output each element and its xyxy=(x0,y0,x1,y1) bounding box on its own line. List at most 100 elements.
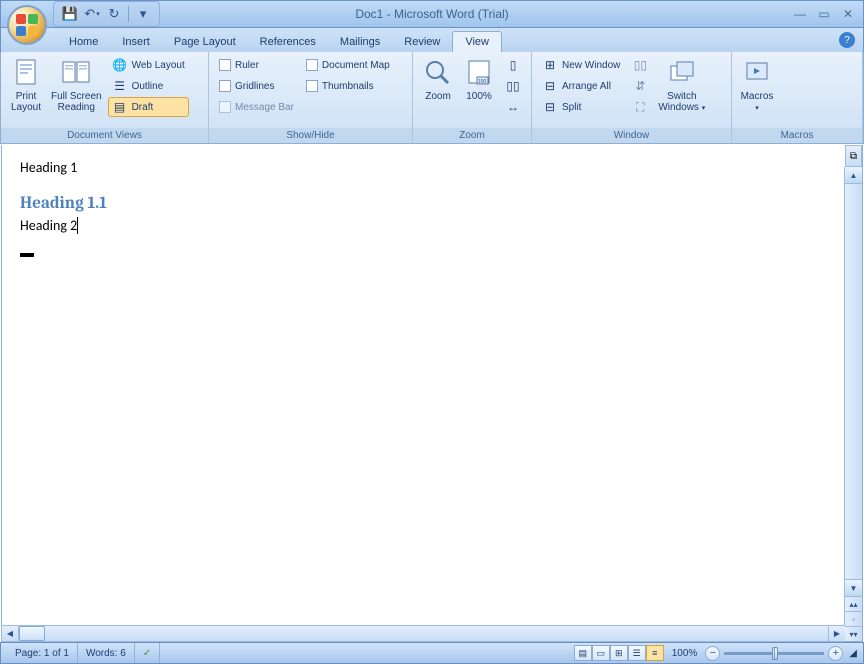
arrange-all-label: Arrange All xyxy=(562,81,611,92)
full-screen-label: Full Screen Reading xyxy=(51,91,102,113)
scroll-left-button[interactable]: ◀ xyxy=(2,626,19,641)
zoom-in-button[interactable]: + xyxy=(828,646,843,661)
print-layout-label: Print Layout xyxy=(11,91,41,113)
scroll-right-button[interactable]: ▶ xyxy=(828,626,845,641)
hscroll-track[interactable] xyxy=(19,626,828,641)
gridlines-checkbox[interactable]: Gridlines xyxy=(215,76,298,96)
vertical-scrollbar[interactable]: ▲ ▼ ▴▴ ◦ ▾▾ xyxy=(844,167,862,641)
thumbnails-label: Thumbnails xyxy=(322,81,374,92)
paragraph-mark xyxy=(20,253,34,257)
tab-view[interactable]: View xyxy=(452,31,502,52)
page-width-icon: ↔ xyxy=(505,99,521,115)
new-window-label: New Window xyxy=(562,60,620,71)
ruler-checkbox[interactable]: Ruler xyxy=(215,55,298,75)
tab-page-layout[interactable]: Page Layout xyxy=(162,32,248,52)
document-map-checkbox[interactable]: Document Map xyxy=(302,55,394,75)
view-print-layout-button[interactable]: ▤ xyxy=(574,645,592,661)
zoom-100-label: 100% xyxy=(466,91,492,102)
view-draft-button[interactable]: ≡ xyxy=(646,645,664,661)
web-layout-button[interactable]: 🌐 Web Layout xyxy=(108,55,189,75)
group-macros: Macros▾ Macros xyxy=(732,52,863,143)
switch-windows-icon xyxy=(666,57,698,89)
draft-button[interactable]: ▤ Draft xyxy=(108,97,189,117)
split-button[interactable]: ⊟Split xyxy=(538,97,624,117)
minimize-button[interactable]: — xyxy=(791,6,809,22)
checkbox-icon xyxy=(306,59,318,71)
zoom-label: Zoom xyxy=(425,91,451,102)
two-pages-icon: ▯▯ xyxy=(505,78,521,94)
status-proofing[interactable]: ✓ xyxy=(135,643,160,663)
message-bar-checkbox[interactable]: Message Bar xyxy=(215,97,298,117)
ruler-toggle[interactable]: ⧉ xyxy=(845,145,862,167)
tab-mailings[interactable]: Mailings xyxy=(328,32,392,52)
gridlines-label: Gridlines xyxy=(235,81,274,92)
new-window-button[interactable]: ⊞New Window xyxy=(538,55,624,75)
proofing-icon: ✓ xyxy=(143,648,151,659)
resize-grip[interactable]: ◢ xyxy=(849,648,857,659)
save-button[interactable]: 💾 xyxy=(60,4,80,24)
scroll-up-button[interactable]: ▲ xyxy=(845,167,862,184)
redo-icon: ↻ xyxy=(109,6,120,22)
outline-icon: ☰ xyxy=(112,78,128,94)
reset-window-position-button[interactable]: ⛶ xyxy=(628,97,652,117)
previous-page-button[interactable]: ▴▴ xyxy=(845,596,862,611)
magnifier-icon xyxy=(422,57,454,89)
zoom-button[interactable]: Zoom xyxy=(417,55,459,125)
draft-icon: ▤ xyxy=(112,99,128,115)
zoom-track[interactable] xyxy=(724,652,824,655)
print-layout-button[interactable]: Print Layout xyxy=(5,55,47,125)
outline-button[interactable]: ☰Outline xyxy=(108,76,189,96)
zoom-thumb[interactable] xyxy=(772,647,778,660)
undo-button[interactable]: ↶▾ xyxy=(82,4,102,24)
full-screen-reading-button[interactable]: Full Screen Reading xyxy=(47,55,106,125)
split-icon: ⊟ xyxy=(542,99,558,115)
draft-label: Draft xyxy=(132,102,154,113)
web-layout-label: Web Layout xyxy=(132,60,185,71)
horizontal-scrollbar[interactable]: ◀ ▶ xyxy=(1,625,845,642)
select-browse-object-button[interactable]: ◦ xyxy=(845,611,862,626)
web-layout-icon: 🌐 xyxy=(112,57,128,73)
status-page[interactable]: Page: 1 of 1 xyxy=(7,643,78,663)
tab-references[interactable]: References xyxy=(248,32,328,52)
one-page-icon: ▯ xyxy=(505,57,521,73)
zoom-level[interactable]: 100% xyxy=(672,648,698,659)
tab-review[interactable]: Review xyxy=(392,32,452,52)
zoom-100-button[interactable]: 100 100% xyxy=(459,55,499,125)
synchronous-scrolling-button[interactable]: ⇵ xyxy=(628,76,652,96)
view-full-screen-button[interactable]: ▭ xyxy=(592,645,610,661)
tab-home[interactable]: Home xyxy=(57,32,110,52)
close-button[interactable]: ✕ xyxy=(839,6,857,22)
sync-scroll-icon: ⇵ xyxy=(632,78,648,94)
one-page-button[interactable]: ▯ xyxy=(501,55,525,75)
group-zoom: Zoom 100 100% ▯ ▯▯ ↔ Zoom xyxy=(413,52,532,143)
thumbnails-checkbox[interactable]: Thumbnails xyxy=(302,76,394,96)
office-button[interactable] xyxy=(7,5,47,45)
customize-qat-button[interactable]: ▾ xyxy=(133,4,153,24)
switch-windows-button[interactable]: Switch Windows ▾ xyxy=(654,55,709,125)
status-words[interactable]: Words: 6 xyxy=(78,643,135,663)
doc-map-label: Document Map xyxy=(322,60,390,71)
side-by-side-icon: ▯▯ xyxy=(632,57,648,73)
message-bar-label: Message Bar xyxy=(235,102,294,113)
maximize-button[interactable]: ▭ xyxy=(815,6,833,22)
macros-label: Macros▾ xyxy=(741,91,774,114)
view-web-layout-button[interactable]: ⊞ xyxy=(610,645,628,661)
redo-button[interactable]: ↻ xyxy=(104,4,124,24)
scroll-down-button[interactable]: ▼ xyxy=(845,579,862,596)
zoom-out-button[interactable]: − xyxy=(705,646,720,661)
view-side-by-side-button[interactable]: ▯▯ xyxy=(628,55,652,75)
checkbox-icon xyxy=(219,59,231,71)
doc-heading-1: Heading 1 xyxy=(20,159,826,176)
view-outline-button[interactable]: ☰ xyxy=(628,645,646,661)
next-page-button[interactable]: ▾▾ xyxy=(845,626,862,641)
tab-insert[interactable]: Insert xyxy=(110,32,162,52)
view-buttons: ▤ ▭ ⊞ ☰ ≡ xyxy=(574,645,664,661)
macros-button[interactable]: Macros▾ xyxy=(736,55,778,125)
scroll-track[interactable] xyxy=(845,184,862,579)
document-page[interactable]: Heading 1 Heading 1.1 Heading 2 xyxy=(2,145,844,641)
two-pages-button[interactable]: ▯▯ xyxy=(501,76,525,96)
arrange-all-button[interactable]: ⊟Arrange All xyxy=(538,76,624,96)
help-button[interactable]: ? xyxy=(839,32,855,48)
hscroll-thumb[interactable] xyxy=(19,626,45,641)
page-width-button[interactable]: ↔ xyxy=(501,97,525,117)
